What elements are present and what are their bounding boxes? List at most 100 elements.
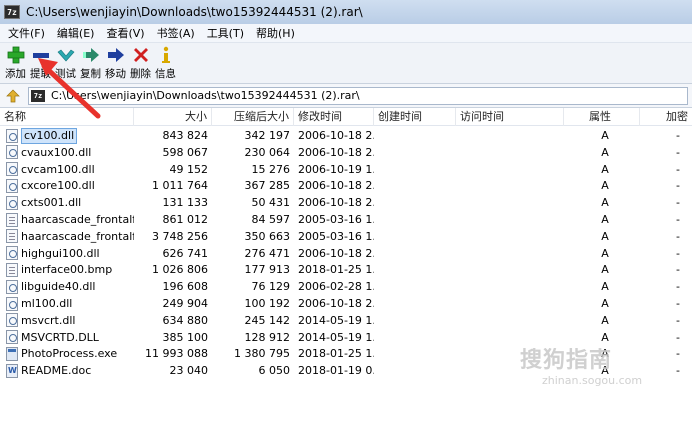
menu-view[interactable]: 查看(V) xyxy=(100,24,150,43)
move-button[interactable]: 移动 xyxy=(103,43,128,84)
column-encrypted[interactable]: 加密 xyxy=(640,108,692,126)
file-modified: 2006-10-18 2... xyxy=(298,145,374,159)
menu-bookmarks[interactable]: 书签(A) xyxy=(151,24,201,43)
table-row[interactable]: cxts001.dll 131 133 50 431 2006-10-18 2... A… xyxy=(0,194,692,211)
add-button[interactable]: 添加 xyxy=(3,43,28,84)
file-name-cell[interactable]: msvcrt.dll xyxy=(6,312,134,329)
file-packed-size: 50 431 xyxy=(251,196,291,210)
table-row[interactable]: msvcrt.dll 634 880 245 142 2014-05-19 1... A… xyxy=(0,312,692,329)
extract-button[interactable]: 提取 xyxy=(28,43,53,84)
copy-arrow-icon xyxy=(82,48,99,62)
file-name-cell[interactable]: PhotoProcess.exe xyxy=(6,345,134,362)
file-packed-size: 100 192 xyxy=(244,297,291,310)
file-name-cell[interactable]: ml100.dll xyxy=(6,295,134,312)
file-name-cell[interactable]: cxts001.dll xyxy=(6,194,134,211)
table-row[interactable]: cvcam100.dll 49 152 15 276 2006-10-19 1... A… xyxy=(0,161,692,178)
title-bar[interactable]: 7z C:\Users\wenjiayin\Downloads\two15392… xyxy=(0,0,692,24)
dll-file-icon xyxy=(6,128,18,143)
up-folder-button[interactable] xyxy=(3,86,23,106)
path-field[interactable]: 7z C:\Users\wenjiayin\Downloads\two15392… xyxy=(28,86,688,105)
dll-file-icon xyxy=(6,296,18,311)
file-attributes: A xyxy=(601,229,609,243)
file-name-cell[interactable]: MSVCRTD.DLL xyxy=(6,329,134,346)
file-packed-size: 350 663 xyxy=(244,229,291,243)
file-modified: 2006-10-18 2... xyxy=(298,179,374,193)
file-encrypted: - xyxy=(676,129,680,142)
column-modified[interactable]: 修改时间 xyxy=(294,108,374,126)
file-packed-size: 128 912 xyxy=(244,330,291,344)
file-name-cell[interactable]: README.doc xyxy=(6,362,134,379)
column-size[interactable]: 大小 xyxy=(134,108,212,126)
dll-file-icon xyxy=(6,313,18,328)
watermark-sub: zhinan.sogou.com xyxy=(542,374,643,387)
table-row[interactable]: libguide40.dll 196 608 76 129 2006-02-28 1.… xyxy=(0,278,692,295)
table-row[interactable]: interface00.bmp 1 026 806 177 913 2018-01-2… xyxy=(0,261,692,278)
watermark-main: 搜狗指南 xyxy=(520,348,613,373)
table-row[interactable]: cv100.dll 843 824 342 197 2006-10-18 2... A - xyxy=(0,127,692,144)
file-name-cell[interactable]: cxcore100.dll xyxy=(6,177,134,194)
column-attributes[interactable]: 属性 xyxy=(564,108,640,126)
file-packed-size: 245 142 xyxy=(244,313,291,327)
copy-label: 复制 xyxy=(80,68,101,80)
file-attributes: A xyxy=(601,297,609,310)
copy-button[interactable]: 复制 xyxy=(78,43,103,84)
file-encrypted: - xyxy=(676,246,680,260)
file-size: 1 011 764 xyxy=(152,179,208,193)
file-name-cell[interactable]: haarcascade_frontalfa... xyxy=(6,211,134,228)
file-modified: 2006-10-19 1... xyxy=(298,162,374,176)
file-name: README.doc xyxy=(21,364,92,378)
file-name-cell[interactable]: highgui100.dll xyxy=(6,245,134,262)
menu-bar: 文件(F) 编辑(E) 查看(V) 书签(A) 工具(T) 帮助(H) xyxy=(0,24,692,43)
window-title: C:\Users\wenjiayin\Downloads\two15392444… xyxy=(26,5,363,19)
menu-tools[interactable]: 工具(T) xyxy=(201,24,250,43)
table-row[interactable]: cxcore100.dll 1 011 764 367 285 2006-10-18 … xyxy=(0,177,692,194)
file-attributes: A xyxy=(601,179,609,193)
column-packed-size[interactable]: 压缩后大小 xyxy=(212,108,294,126)
file-encrypted: - xyxy=(676,213,680,226)
file-name-cell[interactable]: cvaux100.dll xyxy=(6,144,134,161)
file-encrypted: - xyxy=(676,313,680,327)
file-size: 249 904 xyxy=(162,297,209,310)
file-packed-size: 84 597 xyxy=(251,213,291,226)
file-name-cell[interactable]: interface00.bmp xyxy=(6,261,134,278)
menu-file[interactable]: 文件(F) xyxy=(2,24,51,43)
file-name-cell[interactable]: libguide40.dll xyxy=(6,278,134,295)
file-encrypted: - xyxy=(676,145,680,159)
file-name-cell[interactable]: haarcascade_frontalfa... xyxy=(6,228,134,245)
column-created[interactable]: 创建时间 xyxy=(374,108,456,126)
file-name-cell[interactable]: cvcam100.dll xyxy=(6,161,134,178)
info-icon xyxy=(161,46,170,63)
table-row[interactable]: haarcascade_frontalfa... 861 012 84 597 200… xyxy=(0,211,692,228)
table-row[interactable]: haarcascade_frontalfa... 3 748 256 350 663… xyxy=(0,228,692,245)
file-modified: 2005-03-16 1... xyxy=(298,229,374,243)
file-attributes: A xyxy=(601,246,609,260)
file-encrypted: - xyxy=(676,162,680,176)
file-size: 626 741 xyxy=(162,246,209,260)
file-attributes: A xyxy=(601,313,609,327)
file-packed-size: 177 913 xyxy=(244,263,291,277)
dll-file-icon xyxy=(6,162,18,177)
file-name-cell[interactable]: cv100.dll xyxy=(6,127,134,144)
file-packed-size: 76 129 xyxy=(251,280,291,294)
delete-label: 删除 xyxy=(130,68,151,80)
file-size: 131 133 xyxy=(162,196,209,210)
table-row[interactable]: highgui100.dll 626 741 276 471 2006-10-18 2… xyxy=(0,245,692,262)
file-name: cxcore100.dll xyxy=(21,179,95,193)
delete-button[interactable]: 删除 xyxy=(128,43,153,84)
table-row[interactable]: ml100.dll 249 904 100 192 2006-10-18 2... A - xyxy=(0,295,692,312)
column-accessed[interactable]: 访问时间 xyxy=(456,108,564,126)
toolbar: 添加 提取 测试 复制 移动 删除 信息 xyxy=(0,43,692,84)
file-modified: 2006-10-18 2... xyxy=(298,196,374,210)
menu-edit[interactable]: 编辑(E) xyxy=(51,24,101,43)
info-button[interactable]: 信息 xyxy=(153,43,178,84)
test-button[interactable]: 测试 xyxy=(53,43,78,84)
archive-icon: 7z xyxy=(31,89,45,102)
table-row[interactable]: cvaux100.dll 598 067 230 064 2006-10-18 2..… xyxy=(0,144,692,161)
file-name: ml100.dll xyxy=(21,297,73,310)
file-name: cvaux100.dll xyxy=(21,145,92,159)
menu-help[interactable]: 帮助(H) xyxy=(250,24,301,43)
add-label: 添加 xyxy=(5,68,26,80)
file-name: highgui100.dll xyxy=(21,246,100,260)
file-name: interface00.bmp xyxy=(21,263,113,277)
column-name[interactable]: 名称 xyxy=(0,108,134,126)
